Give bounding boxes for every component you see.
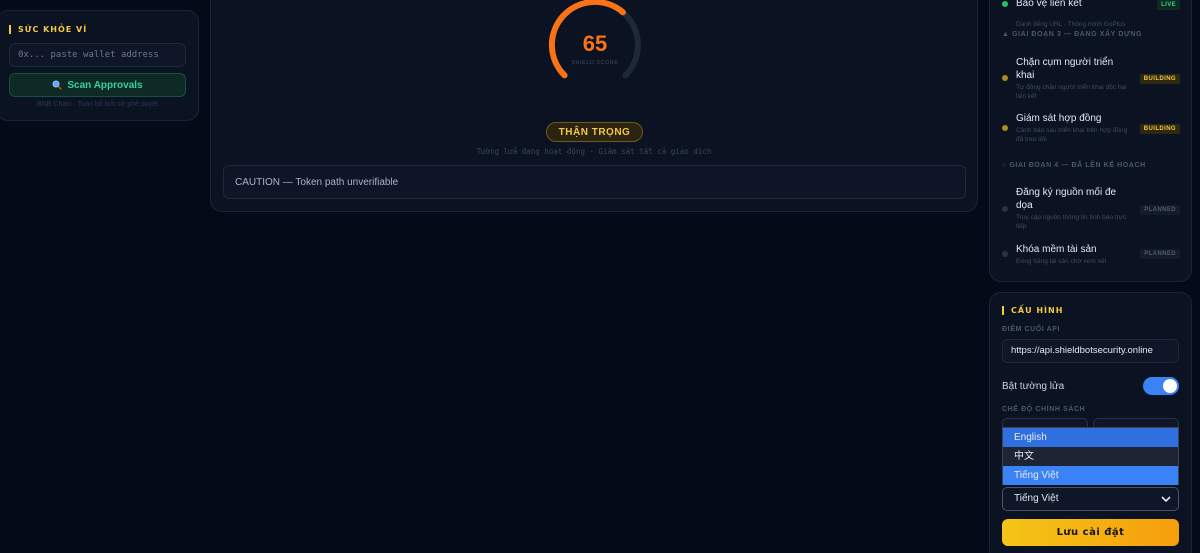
wallet-address-input[interactable] [9,43,186,67]
roadmap-item-title: Chặn cụm người triển khai [1016,57,1114,81]
config-title: Cấu hình [1002,306,1063,315]
magnifier-icon [52,80,63,90]
shield-score-label: SHIELD SCORE [571,60,619,66]
roadmap-item-desc: Danh tiếng URL · Thông minh GoPlus [1016,21,1126,28]
roadmap-item-title: Khóa mềm tài sản [1016,244,1097,255]
shield-score-card: 65 SHIELD SCORE THẬN TRỌNG Tường lửa đan… [210,0,978,212]
language-option-vietnamese[interactable]: Tiếng Việt [1003,466,1178,485]
status-dot [1002,206,1008,212]
phase-4-label: Giai đoạn 4 — Đã lên kế hoạch [1009,162,1146,169]
phase-3-label: Giai đoạn 3 — Đang xây dựng [1012,31,1143,38]
building-badge: BUILDING [1139,124,1180,134]
planned-badge: PLANNED [1140,249,1180,259]
roadmap-item-desc: Cảnh báo sau triển khai trên hợp đồng đã… [1016,127,1128,143]
config-card: Cấu hình Điểm cuối API https://api.shiel… [989,292,1192,553]
triangle-icon: ▲ [1002,31,1013,38]
roadmap-item-desc: Đóng băng tài sản chờ xem xét [1016,258,1107,265]
caution-message: CAUTION — Token path unverifiable [223,165,966,199]
policy-mode-label: Chế độ chính sách [1002,406,1086,413]
firewall-toggle-label: Bật tường lửa [1002,381,1065,392]
api-endpoint-value: https://api.shieldbotsecurity.online [1011,345,1153,356]
roadmap-card: Bảo vệ liên kết Danh tiếng URL · Thông m… [989,0,1192,282]
language-dropdown-list: English 中文 Tiếng Việt [1002,427,1179,485]
status-dot [1002,75,1008,81]
roadmap-item-title: Giám sát hợp đồng [1016,113,1102,124]
api-endpoint-input[interactable]: https://api.shieldbotsecurity.online [1002,339,1179,363]
wallet-health-card: Sức khỏe ví Scan Approvals BNB Chain · T… [0,10,199,121]
scan-note: BNB Chain · Toàn bộ lịch sử phê duyệt [37,101,158,108]
building-badge: BUILDING [1139,74,1180,84]
phase-4-heading: ○ Giai đoạn 4 — Đã lên kế hoạch [1002,162,1146,169]
wallet-health-title: Sức khỏe ví [9,25,87,34]
status-dot [1002,125,1008,131]
save-settings-button[interactable]: Lưu cài đặt [1002,519,1179,546]
api-endpoint-label: Điểm cuối API [1002,326,1061,333]
language-option-english[interactable]: English [1003,428,1178,447]
scan-approvals-button[interactable]: Scan Approvals [9,73,186,97]
status-dot [1002,1,1008,7]
roadmap-item-desc: Truy cập nguồn thông tin tình báo trực t… [1016,214,1127,230]
toggle-knob [1163,379,1177,393]
firewall-toggle[interactable] [1143,377,1179,395]
roadmap-item-desc: Tự động chặn người triển khai độc hại li… [1016,84,1127,100]
phase-3-heading: ▲ Giai đoạn 3 — Đang xây dựng [1002,31,1142,38]
status-dot [1002,251,1008,257]
language-select[interactable]: Tiếng Việt [1002,487,1179,511]
planned-badge: PLANNED [1140,205,1180,215]
live-badge: LIVE [1157,0,1180,10]
scan-approvals-label: Scan Approvals [67,79,143,91]
roadmap-item-title: Bảo vệ liên kết [1016,0,1082,9]
language-selected-value: Tiếng Việt [1014,493,1059,504]
roadmap-item-title: Đăng ký nguồn mối đe dọa [1016,187,1117,211]
language-option-chinese[interactable]: 中文 [1003,447,1178,466]
status-subtitle: Tường lửa đang hoạt động · Giám sát tất … [476,147,712,156]
chevron-down-icon [1161,496,1171,503]
shield-score-value: 65 [582,31,608,56]
status-badge: THẬN TRỌNG [546,122,643,142]
